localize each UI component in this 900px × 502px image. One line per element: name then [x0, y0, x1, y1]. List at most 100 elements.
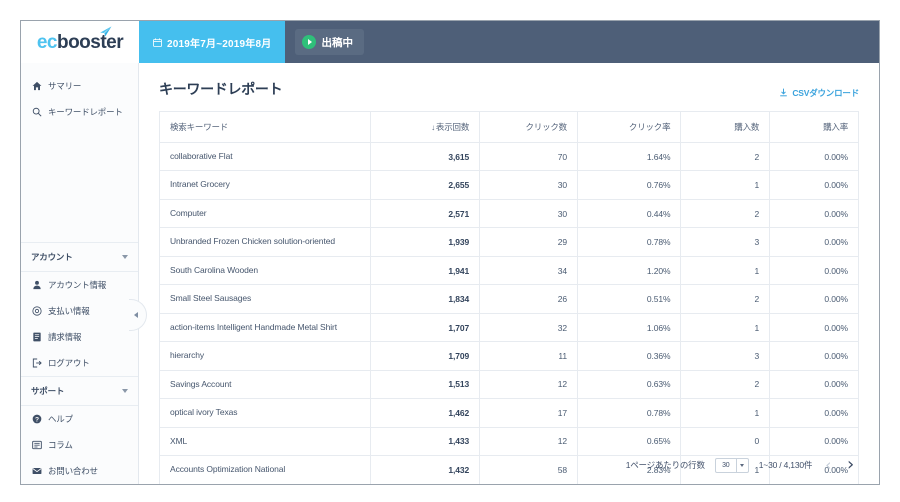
table-row[interactable]: Unbranded Frozen Chicken solution-orient…: [158, 227, 859, 257]
sidebar-section-account-title: アカウント: [31, 252, 73, 262]
sidebar-item-summary[interactable]: サマリー: [21, 73, 138, 99]
logo-text-booster: booster: [56, 31, 124, 53]
column-header-impressions-label: 表示回数: [435, 122, 470, 132]
table-cell-ctr: 0.63%: [576, 369, 682, 400]
table-row[interactable]: collaborative Flat 3,615 70 1.64% 2 0.00%: [158, 141, 859, 172]
mail-icon: [31, 466, 42, 476]
search-icon: [31, 107, 42, 117]
svg-text:?: ?: [35, 416, 39, 423]
table-cell-keyword: Intranet Grocery: [158, 170, 372, 200]
sidebar-item-summary-label: サマリー: [48, 81, 82, 91]
application-window: ecbooster 2019年7月~2019年8月 出稿中 サマリー キーワード…: [20, 20, 880, 485]
table-cell-clicks: 12: [479, 369, 578, 400]
app-body: サマリー キーワードレポート アカウント アカウント情報 支払い情報 請求情報 …: [21, 63, 879, 484]
table-cell-cvr: 0.00%: [769, 255, 859, 286]
sidebar-item-account-info[interactable]: アカウント情報: [21, 272, 138, 298]
table-row[interactable]: hierarchy 1,709 11 0.36% 3 0.00%: [158, 341, 859, 371]
table-cell-keyword: Small Steel Sausages: [158, 284, 372, 314]
table-cell-ctr: 0.44%: [576, 198, 682, 229]
status-area: 出稿中: [285, 21, 364, 63]
sidebar-item-keyword-report[interactable]: キーワードレポート: [21, 99, 138, 125]
table-cell-cvr: 0.00%: [769, 284, 859, 314]
next-page-button[interactable]: ›: [844, 456, 857, 474]
table-cell-impressions: 1,462: [370, 398, 481, 428]
table-cell-cvr: 0.00%: [769, 398, 859, 428]
sidebar-item-payment-info-label: 支払い情報: [48, 306, 90, 316]
sidebar-item-invoice-info[interactable]: 請求情報: [21, 324, 138, 350]
calendar-icon: [153, 37, 162, 47]
table-cell-keyword: Computer: [158, 198, 372, 229]
csv-download-button[interactable]: CSVダウンロード: [779, 87, 859, 99]
column-header-keyword[interactable]: 検索キーワード: [158, 111, 372, 143]
table-cell-keyword: collaborative Flat: [158, 141, 372, 172]
logo-text-ec: ec: [36, 31, 58, 53]
table-cell-ctr: 0.76%: [576, 170, 682, 200]
table-header-row: 検索キーワード ↓表示回数 クリック数 クリック率 購入数 購入率: [158, 111, 859, 143]
rows-per-page-value: 30: [722, 461, 730, 469]
table-cell-clicks: 11: [479, 341, 578, 371]
help-circle-icon: ?: [31, 414, 42, 424]
table-row[interactable]: South Carolina Wooden 1,941 34 1.20% 1 0.00%: [158, 255, 859, 286]
keyword-report-table-container: 検索キーワード ↓表示回数 クリック数 クリック率 購入数 購入率 collab…: [158, 111, 859, 484]
table-cell-impressions: 1,709: [370, 341, 481, 371]
sidebar-item-payment-info[interactable]: 支払い情報: [21, 298, 138, 324]
table-row[interactable]: Small Steel Sausages 1,834 26 0.51% 2 0.00%: [158, 284, 859, 314]
sidebar-section-account[interactable]: アカウント: [21, 242, 138, 272]
table-cell-impressions: 2,571: [370, 198, 481, 229]
table-cell-keyword: action-items Intelligent Handmade Metal …: [158, 312, 372, 343]
rows-per-page-label: 1ページあたりの行数: [625, 460, 705, 470]
table-cell-ctr: 1.64%: [576, 141, 682, 172]
table-cell-ctr: 1.20%: [576, 255, 682, 286]
column-header-keyword-label: 検索キーワード: [170, 122, 229, 132]
table-row[interactable]: Computer 2,571 30 0.44% 2 0.00%: [158, 198, 859, 229]
column-header-ctr-label: クリック率: [628, 122, 671, 132]
sidebar-item-logout[interactable]: ログアウト: [21, 350, 138, 376]
table-cell-keyword: Unbranded Frozen Chicken solution-orient…: [158, 227, 372, 257]
table-row[interactable]: Intranet Grocery 2,655 30 0.76% 1 0.00%: [158, 170, 859, 200]
table-cell-impressions: 1,707: [370, 312, 481, 343]
column-header-impressions[interactable]: ↓表示回数: [370, 111, 481, 143]
invoice-icon: [31, 332, 42, 342]
date-range-selector[interactable]: 2019年7月~2019年8月: [139, 21, 286, 63]
download-icon: [779, 88, 788, 99]
table-cell-ctr: 0.78%: [576, 398, 682, 428]
sidebar-item-help[interactable]: ? ヘルプ: [21, 406, 138, 432]
page-title: キーワードレポート: [159, 81, 283, 97]
table-cell-purchases: 2: [680, 284, 771, 314]
table-row[interactable]: Savings Account 1,513 12 0.63% 2 0.00%: [158, 369, 859, 400]
table-cell-purchases: 1: [680, 255, 771, 286]
chevron-down-icon: [122, 255, 128, 259]
table-cell-keyword: South Carolina Wooden: [158, 255, 372, 286]
table-row[interactable]: action-items Intelligent Handmade Metal …: [158, 312, 859, 343]
pagination-bar: 1ページあたりの行数 30 1~30 / 4,130件 ‹ ›: [159, 447, 859, 484]
campaign-status-button[interactable]: 出稿中: [295, 29, 364, 55]
sidebar-navigation: サマリー キーワードレポート アカウント アカウント情報 支払い情報 請求情報 …: [21, 63, 147, 484]
chevron-down-icon: [740, 463, 745, 467]
sidebar-item-column-label: コラム: [48, 440, 73, 450]
user-icon: [31, 280, 42, 290]
table-cell-ctr: 0.36%: [576, 341, 682, 371]
brand-logo[interactable]: ecbooster: [21, 21, 139, 63]
content-header: キーワードレポート CSVダウンロード: [159, 79, 859, 111]
column-header-clicks-label: クリック数: [525, 122, 567, 132]
column-header-ctr[interactable]: クリック率: [576, 111, 682, 143]
column-header-purchases[interactable]: 購入数: [680, 111, 771, 143]
table-cell-keyword: optical ivory Texas: [158, 398, 372, 428]
previous-page-button[interactable]: ‹: [822, 457, 834, 473]
top-header-bar: ecbooster 2019年7月~2019年8月 出稿中: [21, 21, 879, 63]
column-header-purchases-label: 購入数: [734, 122, 760, 132]
sidebar-item-column[interactable]: コラム: [21, 432, 138, 458]
column-header-cvr[interactable]: 購入率: [769, 111, 859, 143]
table-cell-keyword: hierarchy: [158, 341, 372, 371]
table-cell-clicks: 29: [479, 227, 578, 257]
table-cell-purchases: 2: [680, 141, 771, 172]
column-header-clicks[interactable]: クリック数: [479, 111, 578, 143]
table-cell-purchases: 1: [680, 312, 771, 343]
sidebar-section-support[interactable]: サポート: [21, 376, 138, 406]
sidebar-item-contact[interactable]: お問い合わせ: [21, 458, 138, 484]
table-row[interactable]: optical ivory Texas 1,462 17 0.78% 1 0.00%: [158, 398, 859, 428]
rows-per-page-select[interactable]: 30: [714, 457, 749, 473]
table-cell-purchases: 2: [680, 369, 771, 400]
chevron-left-icon: [134, 312, 138, 318]
pagination-range-text: 1~30 / 4,130件: [758, 460, 813, 470]
